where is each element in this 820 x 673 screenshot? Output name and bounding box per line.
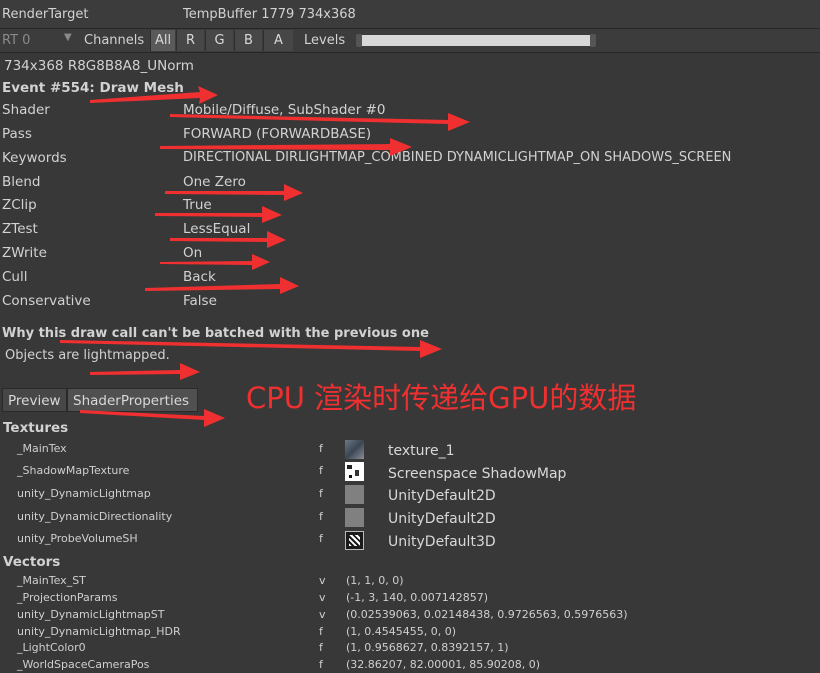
arrow-mark: [160, 254, 270, 270]
arrow-mark: [90, 363, 200, 380]
arrow-mark: [165, 184, 303, 201]
arrow-mark: [170, 113, 470, 131]
arrow-mark: [90, 86, 218, 104]
annotation-arrows: [60, 86, 470, 427]
arrow-mark: [155, 206, 282, 223]
arrow-mark: [145, 277, 299, 294]
arrow-mark: [80, 409, 225, 427]
arrow-mark: [160, 138, 412, 156]
arrow-mark: [170, 231, 286, 248]
arrow-mark: [60, 340, 442, 358]
